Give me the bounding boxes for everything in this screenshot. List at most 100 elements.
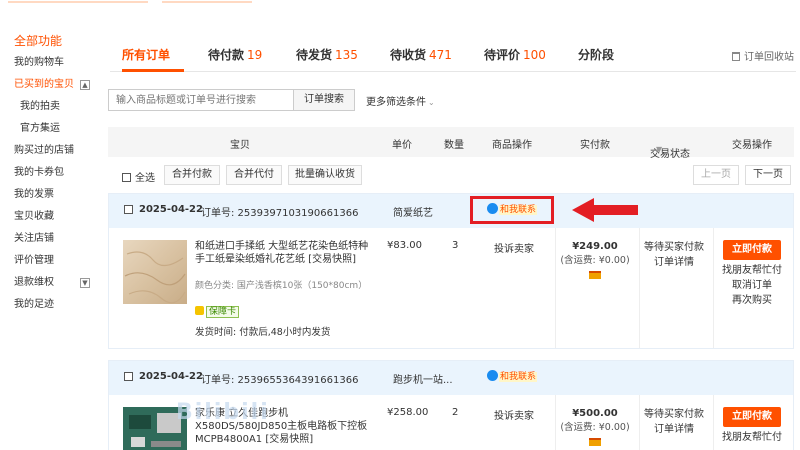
active-tab-indicator — [122, 69, 184, 72]
paid-amount-block: ¥249.00 (含运费: ¥0.00) — [545, 240, 645, 282]
trade-operations: 立即付款 找朋友帮忙付 取消订单 再次购买 — [717, 240, 787, 308]
top-divider — [0, 0, 800, 4]
column-header: 商品操作 — [492, 140, 532, 151]
shipping-time: 发货时间: 付款后,48小时内发货 — [195, 327, 331, 338]
sidebar-item-invoices[interactable]: 我的发票 — [14, 184, 104, 206]
sidebar-item-followed-shops[interactable]: 关注店铺 — [14, 228, 104, 250]
highlight-box — [470, 196, 554, 224]
order-header: 2025-04-22 订单号: 2539397103190661366 简爱纸艺… — [109, 194, 793, 228]
tab-count: 100 — [523, 48, 546, 62]
sidebar: 全部功能 我的购物车 已买到的宝贝 ▲ 我的拍卖 官方集运 购买过的店铺 我的卡… — [14, 32, 104, 316]
order-checkbox[interactable] — [124, 205, 133, 214]
unit-price: ¥258.00 — [387, 407, 429, 418]
column-divider — [713, 395, 714, 450]
shipping-fee: (含运费: ¥0.00) — [560, 255, 630, 266]
column-header: 单价 — [392, 140, 412, 151]
shop-name-link[interactable]: 简爱纸艺 — [393, 204, 433, 219]
tab-staged[interactable]: 分阶段 — [578, 46, 614, 63]
ask-friend-pay-link[interactable]: 找朋友帮忙付 — [717, 430, 787, 445]
buy-again-link[interactable]: 再次购买 — [717, 293, 787, 308]
paid-amount: ¥249.00 — [572, 241, 618, 252]
order-card: 2025-04-22 订单号: 2539397103190661366 简爱纸艺… — [108, 193, 794, 349]
trade-status: 等待买家付款 订单详情 — [639, 407, 709, 437]
sidebar-item-favorites[interactable]: 宝贝收藏 — [14, 206, 104, 228]
tab-pending-review[interactable]: 待评价 100 — [484, 46, 546, 63]
pay-now-button[interactable]: 立即付款 — [723, 407, 781, 427]
trash-icon — [732, 52, 740, 61]
trade-operations: 立即付款 找朋友帮忙付 — [717, 407, 787, 445]
shipping-fee: (含运费: ¥0.00) — [560, 422, 630, 433]
order-details-link[interactable]: 订单详情 — [639, 255, 709, 270]
column-header: 实付款 — [580, 140, 610, 151]
tab-all-orders[interactable]: 所有订单 — [122, 46, 170, 63]
more-filters-dropdown[interactable]: 更多筛选条件 ⌄ — [366, 93, 435, 108]
sidebar-item-consolidation[interactable]: 官方集运 — [14, 118, 104, 140]
column-header: 宝贝 — [230, 140, 250, 151]
chat-icon — [487, 370, 498, 381]
complain-seller-link[interactable]: 投诉卖家 — [494, 240, 534, 255]
checkbox-icon — [122, 173, 131, 182]
sidebar-item-reviews[interactable]: 评价管理 — [14, 250, 104, 272]
product-thumbnail[interactable] — [123, 240, 187, 304]
order-date: 2025-04-22 — [139, 371, 203, 382]
sidebar-item-refunds[interactable]: 退款维权 ▼ — [14, 272, 104, 294]
sidebar-item-bought[interactable]: 已买到的宝贝 ▲ — [14, 74, 104, 96]
select-all-checkbox[interactable]: 全选 — [122, 169, 155, 184]
order-date: 2025-04-22 — [139, 204, 203, 215]
sidebar-item-coupons[interactable]: 我的卡券包 — [14, 162, 104, 184]
order-search-input[interactable] — [108, 89, 294, 111]
ask-friend-pay-link[interactable]: 找朋友帮忙付 — [717, 263, 787, 278]
tab-count: 471 — [429, 48, 452, 62]
quantity: 3 — [452, 240, 459, 251]
batch-confirm-receipt-button[interactable]: 批量确认收货 — [288, 165, 362, 185]
status-text: 等待买家付款 — [644, 242, 704, 253]
chevron-down-icon: ⌄ — [428, 98, 435, 107]
paid-amount-block: ¥500.00 (含运费: ¥0.00) — [545, 407, 645, 449]
column-divider — [713, 228, 714, 348]
order-tabs: 所有订单 待付款 19 待发货 135 待收货 471 待评价 100 分阶段 订单回收… — [110, 38, 796, 72]
order-header: 2025-04-22 订单号: 2539655364391661366 跑步机一… — [109, 361, 793, 395]
paid-amount: ¥500.00 — [572, 408, 618, 419]
unit-price: ¥83.00 — [387, 240, 422, 251]
tab-pending-shipment[interactable]: 待发货 135 — [296, 46, 358, 63]
column-header: 数量 — [444, 140, 464, 151]
sidebar-item-auction[interactable]: 我的拍卖 — [14, 96, 104, 118]
trade-status: 等待买家付款 订单详情 — [639, 240, 709, 270]
complain-seller-link[interactable]: 投诉卖家 — [494, 407, 534, 422]
order-recycle-bin-link[interactable]: 订单回收站 — [732, 48, 794, 63]
cancel-order-link[interactable]: 取消订单 — [717, 278, 787, 293]
next-page-button[interactable]: 下一页 — [745, 165, 791, 185]
guarantee-badge[interactable]: 保障卡 — [195, 306, 240, 318]
tab-pending-payment[interactable]: 待付款 19 — [208, 46, 262, 63]
order-search-button[interactable]: 订单搜索 — [293, 89, 355, 111]
tab-count: 19 — [247, 48, 263, 62]
quantity: 2 — [452, 407, 459, 418]
sidebar-item-footprints[interactable]: 我的足迹 — [14, 294, 104, 316]
pointer-arrow-icon — [572, 198, 638, 222]
merge-pay-button[interactable]: 合并付款 — [164, 165, 220, 185]
product-title-link[interactable]: 和纸进口手揉纸 大型纸艺花染色纸特种手工纸晕染纸婚礼花艺纸 [交易快照] — [195, 240, 371, 266]
sidebar-item-cart[interactable]: 我的购物车 — [14, 52, 104, 74]
contact-seller-button[interactable]: 和我联系 — [487, 370, 538, 384]
order-details-link[interactable]: 订单详情 — [639, 422, 709, 437]
collapse-icon[interactable]: ▲ — [80, 80, 90, 90]
pay-now-button[interactable]: 立即付款 — [723, 240, 781, 260]
order-number: 订单号: 2539397103190661366 — [201, 208, 359, 219]
expand-icon[interactable]: ▼ — [80, 278, 90, 288]
order-body: 和纸进口手揉纸 大型纸艺花染色纸特种手工纸晕染纸婚礼花艺纸 [交易快照] 颜色分… — [109, 228, 793, 348]
sidebar-item-shops[interactable]: 购买过的店铺 — [14, 140, 104, 162]
merge-proxy-pay-button[interactable]: 合并代付 — [226, 165, 282, 185]
status-text: 等待买家付款 — [644, 409, 704, 420]
table-header: 宝贝 单价 数量 商品操作 实付款 交易状态 ▼ 交易操作 — [108, 127, 794, 160]
tab-pending-receipt[interactable]: 待收货 471 — [390, 46, 452, 63]
product-attributes: 颜色分类: 国产浅香槟10张（150*80cm） — [195, 281, 368, 291]
order-checkbox[interactable] — [124, 372, 133, 381]
sidebar-title: 全部功能 — [14, 34, 63, 48]
prev-page-button[interactable]: 上一页 — [693, 165, 739, 185]
shop-name-link[interactable]: 跑步机一站... — [393, 371, 453, 386]
watermark: Bilibili — [176, 400, 270, 425]
sidebar-item-label: 已买到的宝贝 — [14, 79, 74, 90]
payment-card-icon — [589, 438, 601, 446]
shield-icon — [195, 306, 204, 315]
order-number: 订单号: 2539655364391661366 — [201, 375, 359, 386]
